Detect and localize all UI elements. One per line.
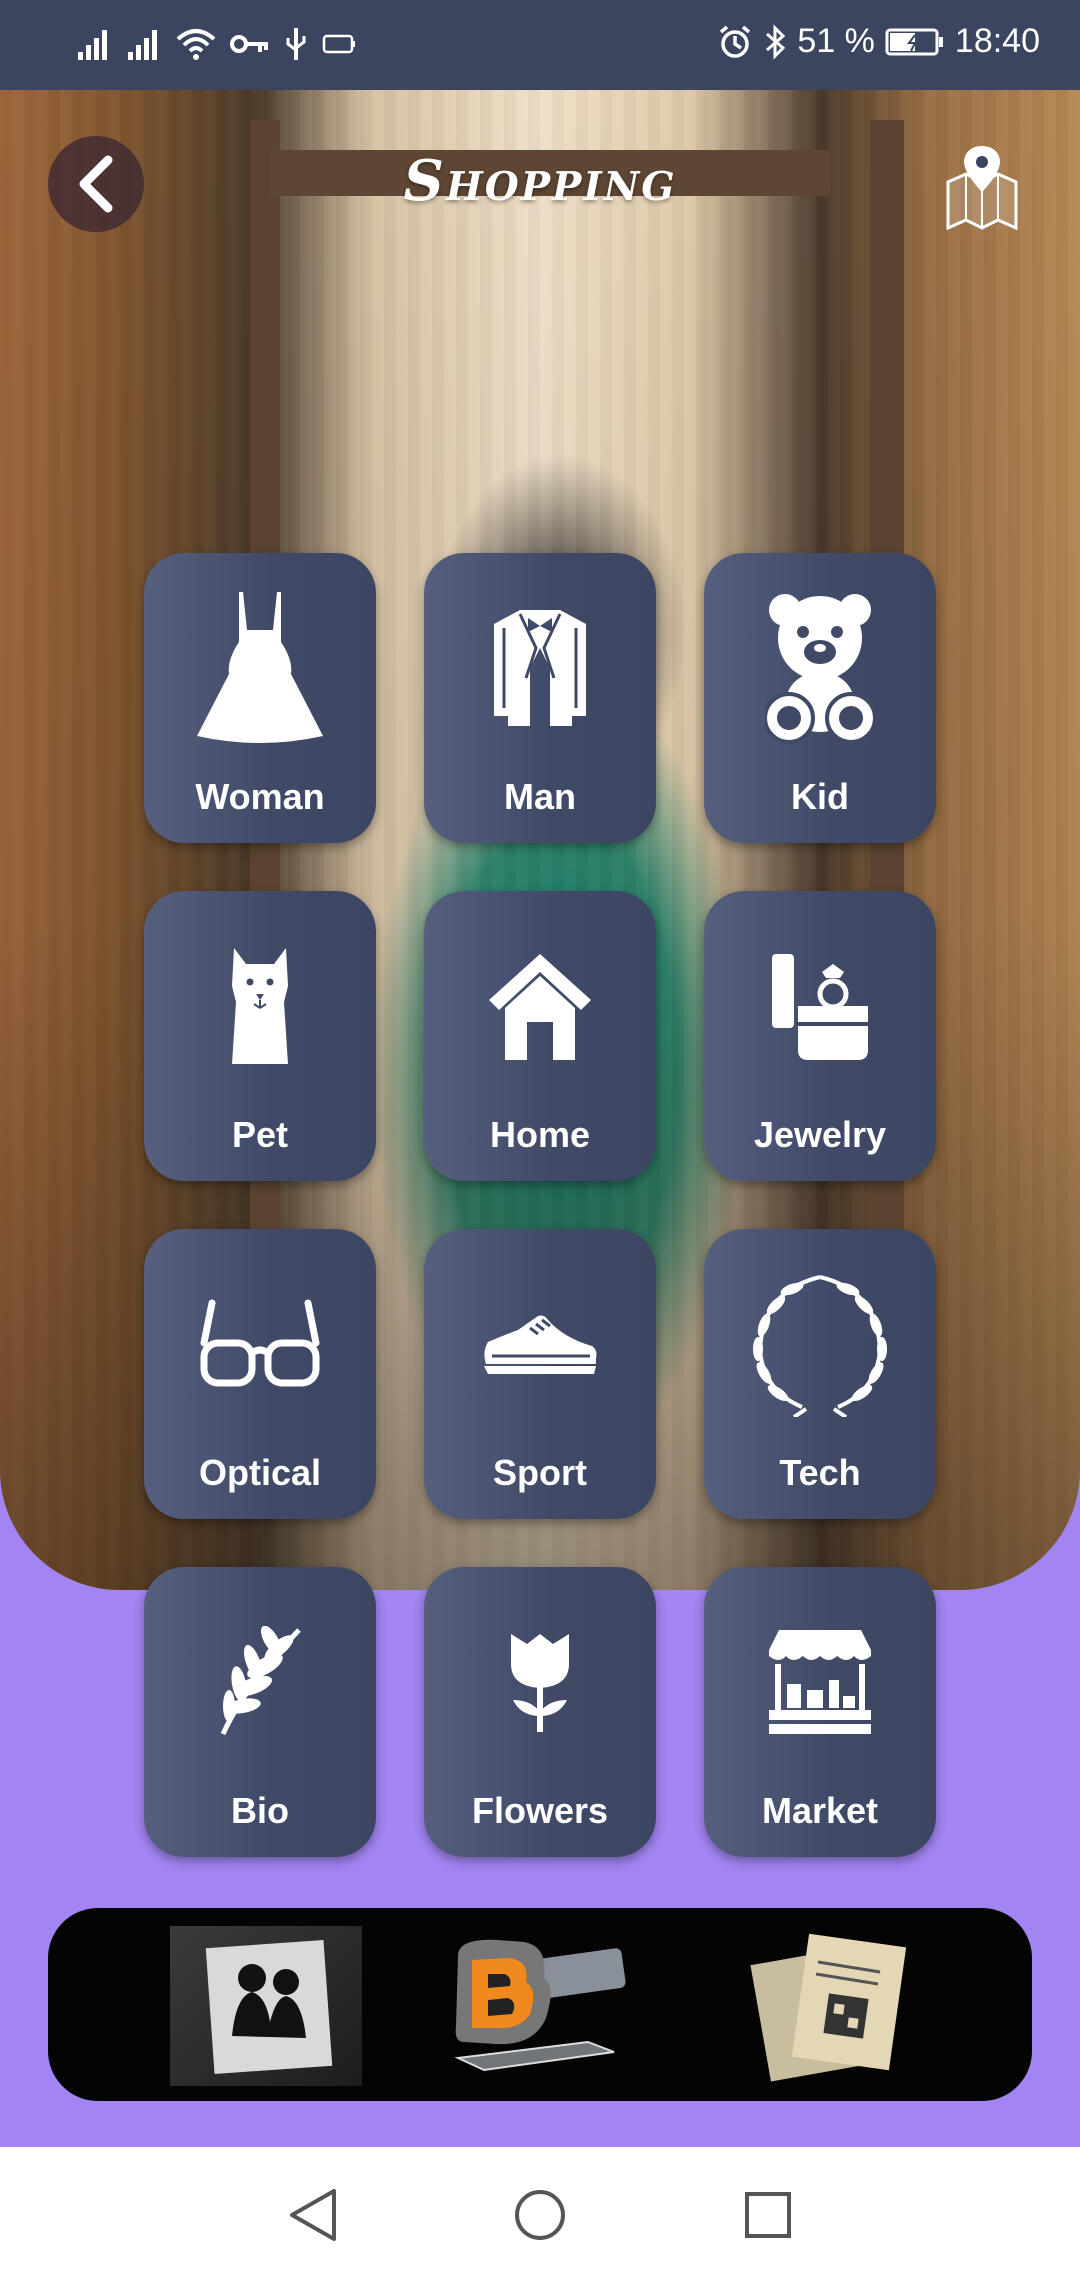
qr-card-icon [750, 1933, 907, 2082]
category-tech[interactable]: Tech [704, 1229, 936, 1519]
category-bio[interactable]: Bio [144, 1567, 376, 1857]
category-kid[interactable]: Kid [704, 553, 936, 843]
clock: 18:40 [954, 22, 1040, 60]
tulip-icon [424, 1607, 656, 1757]
battery-icon [885, 28, 943, 55]
house-icon [424, 931, 656, 1081]
wifi-icon [176, 29, 216, 60]
promo-banner[interactable] [48, 1908, 1032, 2101]
category-label: Man [504, 776, 576, 817]
map-pin-icon [946, 146, 1018, 231]
battery-percentage: 51 % [797, 22, 875, 60]
category-label: Market [761, 1790, 879, 1831]
leaf-icon [144, 1607, 376, 1757]
category-label: Bio [231, 1790, 289, 1831]
category-man[interactable]: Man [424, 553, 656, 843]
category-label: Woman [195, 776, 325, 817]
category-grid: Woman Man Kid Pet Home Jewelry Optical S… [144, 553, 936, 1857]
category-label: Pet [231, 1114, 289, 1155]
signal-roaming-icon [128, 30, 157, 60]
category-optical[interactable]: Optical [144, 1229, 376, 1519]
tuxedo-icon [424, 593, 656, 743]
dog-icon [144, 931, 376, 1081]
navigation-bar [0, 2147, 1080, 2280]
category-woman[interactable]: Woman [144, 553, 376, 843]
category-pet[interactable]: Pet [144, 891, 376, 1181]
page-title: Shopping [403, 148, 677, 214]
category-market[interactable]: Market [704, 1567, 936, 1857]
silhouette-couple-icon [205, 1940, 333, 2074]
category-label: Tech [779, 1452, 861, 1493]
banner-image-qr-cards[interactable] [730, 1926, 914, 2086]
sneaker-icon [424, 1269, 656, 1419]
nav-back-icon[interactable] [282, 2183, 346, 2247]
category-home[interactable]: Home [424, 891, 656, 1181]
category-label: Kid [791, 776, 849, 817]
category-label: Home [489, 1114, 591, 1155]
laurel-wreath-icon [704, 1269, 936, 1419]
market-stall-icon [704, 1607, 936, 1757]
glasses-icon [144, 1269, 376, 1419]
bluetooth-icon [766, 23, 786, 60]
category-label: Jewelry [753, 1114, 887, 1155]
status-icons-left [76, 26, 356, 62]
battery-saver-icon [322, 34, 355, 54]
status-icons-right: 51 % 18:40 [717, 22, 1040, 61]
category-flowers[interactable]: Flowers [424, 1567, 656, 1857]
map-button[interactable] [944, 142, 1020, 232]
vpn-key-icon [230, 35, 268, 53]
dress-icon [144, 592, 376, 743]
banner-image-logo-stand[interactable] [438, 1926, 638, 2086]
signal-icon [78, 30, 107, 60]
b-logo-icon [454, 1939, 626, 2072]
category-label: Optical [198, 1452, 322, 1493]
alarm-icon [720, 25, 751, 58]
nav-recents-icon[interactable] [736, 2183, 800, 2247]
category-jewelry[interactable]: Jewelry [704, 891, 936, 1181]
ring-box-icon [704, 931, 936, 1081]
category-sport[interactable]: Sport [424, 1229, 656, 1519]
category-label: Flowers [471, 1790, 609, 1831]
usb-icon [286, 28, 306, 60]
category-label: Sport [493, 1452, 587, 1493]
banner-image-silhouette-card[interactable] [170, 1926, 362, 2086]
status-bar: 51 % 18:40 [0, 0, 1080, 90]
nav-home-icon[interactable] [508, 2183, 572, 2247]
teddy-bear-icon [704, 593, 936, 744]
